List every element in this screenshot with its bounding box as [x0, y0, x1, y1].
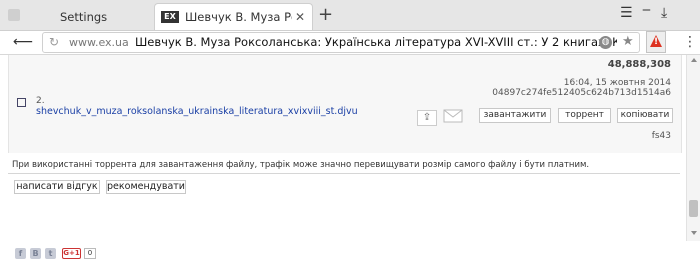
- tab-bar: Settings EX Шевчук В. Муза Роксолан ✕ + …: [0, 0, 700, 31]
- file-hash: 04897c274fe512405c624b713d1514a6: [492, 88, 671, 98]
- scrollbar[interactable]: [686, 55, 700, 241]
- vkontakte-icon[interactable]: B: [30, 248, 41, 259]
- upload-icon[interactable]: ⇪: [417, 110, 437, 126]
- envelope-icon[interactable]: [443, 108, 463, 124]
- address-bar: ⟵ ↻ www.ex.ua Шевчук В. Муза Роксоланськ…: [0, 31, 700, 55]
- scroll-down-icon[interactable]: [691, 231, 697, 235]
- globe-icon[interactable]: ◍: [599, 36, 612, 49]
- tab-settings[interactable]: Settings: [36, 3, 154, 30]
- file-link[interactable]: shevchuk_v_muza_roksolanska_ukrainska_li…: [36, 106, 358, 117]
- floppy-icon: [17, 98, 26, 107]
- google-plus-button[interactable]: G+1: [62, 248, 81, 259]
- download-button[interactable]: завантажити: [479, 108, 551, 123]
- back-arrow-icon[interactable]: ⟵: [13, 34, 33, 50]
- file-server: fs43: [651, 131, 671, 141]
- torrent-button[interactable]: торрент: [558, 108, 611, 123]
- write-review-button[interactable]: написати відгук: [14, 180, 100, 194]
- url-page-title: Шевчук В. Муза Роксоланська: Українська …: [135, 35, 617, 49]
- copy-button[interactable]: копіювати: [617, 108, 673, 123]
- reload-icon[interactable]: ↻: [49, 35, 59, 49]
- warning-icon[interactable]: !: [646, 31, 666, 53]
- share-count: 0: [84, 248, 96, 259]
- file-date: 16:04, 15 жовтня 2014: [563, 78, 671, 88]
- plus-icon[interactable]: +: [318, 4, 333, 25]
- square-icon[interactable]: [8, 9, 20, 21]
- tab-label: Шевчук В. Муза Роксолан: [185, 10, 292, 24]
- scrollbar-thumb[interactable]: [689, 200, 698, 217]
- close-icon[interactable]: ✕: [292, 10, 308, 24]
- download-icon[interactable]: ⤓: [661, 5, 667, 21]
- twitter-icon[interactable]: t: [45, 248, 56, 259]
- tab-active[interactable]: EX Шевчук В. Муза Роксолан ✕: [154, 3, 313, 30]
- download-count: 48,888,308: [607, 59, 671, 70]
- file-index: 2.: [36, 96, 45, 106]
- hamburger-icon[interactable]: ☰: [620, 5, 633, 21]
- menu-dots-icon[interactable]: ⋮: [683, 34, 697, 50]
- minimize-icon[interactable]: ‒: [642, 2, 651, 18]
- ex-favicon-icon: EX: [161, 11, 179, 23]
- torrent-note: При використанні торрента для завантажен…: [12, 160, 590, 170]
- page-content: 48,888,308 16:04, 15 жовтня 2014 04897c2…: [0, 55, 686, 259]
- recommend-button[interactable]: рекомендувати: [106, 180, 186, 194]
- file-entry: 48,888,308 16:04, 15 жовтня 2014 04897c2…: [8, 55, 682, 153]
- facebook-icon[interactable]: f: [15, 248, 26, 259]
- url-domain: www.ex.ua: [69, 36, 129, 49]
- star-icon[interactable]: ★: [622, 34, 634, 49]
- divider: [8, 173, 680, 174]
- url-field[interactable]: ↻ www.ex.ua Шевчук В. Муза Роксоланська:…: [42, 32, 640, 53]
- tab-label: Settings: [60, 9, 108, 24]
- scroll-up-icon[interactable]: [691, 58, 697, 62]
